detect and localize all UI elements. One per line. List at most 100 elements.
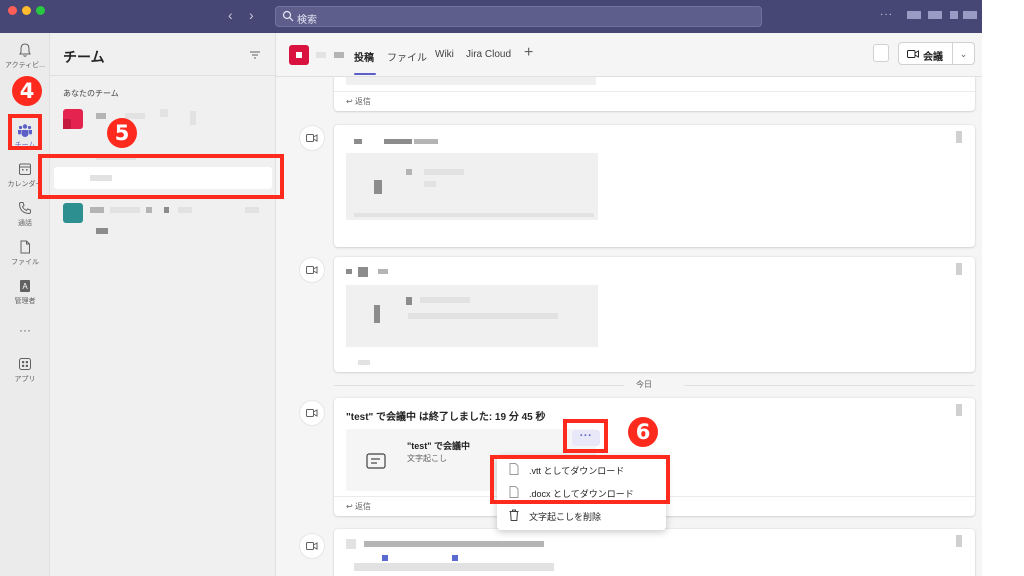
post-title-blur <box>378 269 388 274</box>
meet-button[interactable]: 会議 <box>898 42 953 65</box>
reply-button[interactable]: ↩ 返信 <box>334 91 975 111</box>
meeting-post-icon <box>299 257 325 283</box>
channel-avatar <box>289 45 309 65</box>
reply-text: 返信 <box>354 97 371 106</box>
rail-item-files[interactable]: ファイル <box>0 239 50 267</box>
filter-icon[interactable] <box>249 49 261 61</box>
team-name-blur <box>110 207 140 213</box>
divider <box>334 385 624 386</box>
attachment-text-blur <box>354 213 594 217</box>
forward-arrow-icon[interactable]: › <box>249 8 254 22</box>
rail-label: 管理者 <box>14 298 36 305</box>
annotation-badge-5: 5 <box>107 118 137 148</box>
rail-item-admin[interactable]: A 管理者 <box>0 278 50 306</box>
menu-item-label: 文字起こしを削除 <box>529 512 602 522</box>
attachment-text-blur <box>406 169 412 175</box>
title-bar: ‹ › 検索 ··· <box>0 0 982 33</box>
minimize-window-button[interactable] <box>22 6 31 15</box>
meet-label: 会議 <box>923 52 943 63</box>
delete-transcript-menu-item[interactable]: 文字起こしを削除 <box>497 504 666 526</box>
phone-icon <box>18 202 31 215</box>
video-icon <box>306 409 318 417</box>
close-window-button[interactable] <box>8 6 17 15</box>
post-title-blur <box>346 269 352 274</box>
team-name-blur <box>245 207 259 213</box>
rail-label: ファイル <box>11 259 39 266</box>
post-title-blur <box>346 539 356 549</box>
more-apps-icon[interactable]: ··· <box>0 323 50 337</box>
team-name-blur <box>190 111 196 125</box>
date-label: 今日 <box>636 380 652 389</box>
post-title-blur <box>358 267 368 277</box>
post-title-blur <box>452 555 458 561</box>
post-title-blur <box>382 555 388 561</box>
tab-jira-cloud[interactable]: Jira Cloud <box>466 49 511 60</box>
team-name-blur <box>125 113 145 119</box>
team-name-blur <box>160 109 168 117</box>
background-pane <box>982 0 1024 576</box>
attachment-text-blur <box>374 305 380 323</box>
post-menu-blur <box>956 263 962 275</box>
post-menu-blur <box>956 404 962 416</box>
team-name-blur <box>96 113 106 119</box>
timestamp-blur <box>358 360 370 365</box>
rail-item-apps[interactable]: アプリ <box>0 356 50 384</box>
teams-window: ‹ › 検索 ··· アクティビ... チーム カレンダー 通話 ファイル A … <box>0 0 982 576</box>
meeting-post-icon <box>299 400 325 426</box>
tab-wiki[interactable]: Wiki <box>435 49 454 60</box>
attachment-text-blur <box>420 297 470 303</box>
channel-info-button[interactable] <box>873 44 889 62</box>
annotation-frame-channel <box>38 154 284 199</box>
annotation-frame-download <box>490 455 670 504</box>
add-tab-icon[interactable]: + <box>524 45 533 61</box>
video-icon <box>907 50 919 58</box>
chevron-down-icon[interactable]: ⌄ <box>953 42 975 65</box>
team-name-blur <box>164 207 169 213</box>
video-icon <box>306 134 318 142</box>
post-attachment-blur <box>346 153 598 220</box>
annotation-frame-teams <box>8 114 42 150</box>
zoom-window-button[interactable] <box>36 6 45 15</box>
meeting-post-icon <box>299 533 325 559</box>
video-icon <box>306 266 318 274</box>
annotation-frame-more <box>563 419 608 453</box>
avatar[interactable] <box>963 11 977 19</box>
teams-panel: チーム あなたのチーム <box>50 33 276 576</box>
post-title-blur <box>364 541 544 547</box>
post-title-blur <box>414 139 438 144</box>
annotation-badge-6: 6 <box>628 417 658 447</box>
post-title-blur <box>354 139 362 144</box>
channel-name-blur <box>316 52 326 58</box>
search-input[interactable]: 検索 <box>275 6 762 27</box>
reply-text: 返信 <box>354 502 371 511</box>
attachment-text-blur <box>424 181 436 187</box>
back-arrow-icon[interactable]: ‹ <box>228 8 233 22</box>
post-body-blur <box>354 563 554 571</box>
team-name-blur <box>146 207 152 213</box>
rail-label: 通話 <box>18 220 32 227</box>
section-label: あなたのチーム <box>63 89 119 98</box>
channel-name-blur <box>334 52 344 58</box>
attachment-text-blur <box>374 180 382 194</box>
tab-posts[interactable]: 投稿 <box>354 49 374 64</box>
channel-header: 投稿 ファイル Wiki Jira Cloud + 会議 ⌄ <box>276 33 982 77</box>
attachment-text-blur <box>406 297 412 305</box>
transcript-icon <box>366 453 386 469</box>
post-menu-blur <box>956 131 962 143</box>
attachment-text-blur <box>408 313 558 319</box>
panel-title: チーム <box>63 49 105 65</box>
video-icon <box>306 542 318 550</box>
team-name-blur <box>96 228 108 234</box>
post-card <box>334 257 975 372</box>
rail-item-activity[interactable]: アクティビ... <box>0 42 50 70</box>
rail-item-calls[interactable]: 通話 <box>0 200 50 228</box>
tab-files[interactable]: ファイル <box>387 49 427 64</box>
post-title: "test" で会議中 は終了しました: 19 分 45 秒 <box>346 412 546 423</box>
post-card: ↩ 返信 <box>334 77 975 111</box>
date-separator: 今日 <box>334 379 975 391</box>
post-card <box>334 529 975 576</box>
search-placeholder: 検索 <box>297 15 317 26</box>
more-options-icon[interactable]: ··· <box>880 9 893 20</box>
reply-label: ↩ 返信 <box>346 97 371 106</box>
bell-icon <box>19 43 31 57</box>
